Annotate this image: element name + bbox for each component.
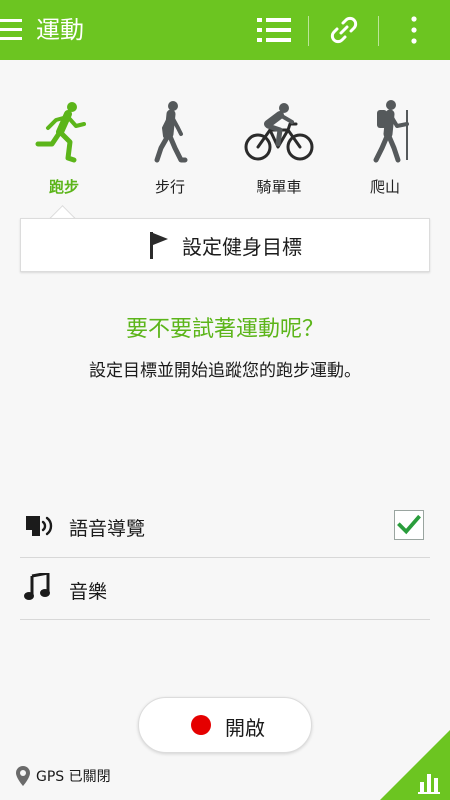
voice-guide-icon <box>26 516 53 536</box>
location-pin-icon <box>16 766 30 786</box>
record-dot-icon <box>191 715 211 735</box>
more-vert-icon <box>411 16 417 44</box>
music-note-icon <box>24 573 50 600</box>
row-divider <box>20 619 430 620</box>
appbar-divider <box>378 16 379 46</box>
running-icon <box>35 102 86 163</box>
voice-guide-checkbox[interactable] <box>394 510 424 540</box>
voice-guide-row[interactable]: 語音導覽 <box>20 496 430 558</box>
activity-label: 騎單車 <box>256 178 302 196</box>
voice-guide-label: 語音導覽 <box>69 518 146 540</box>
prompt-title: 要不要試著運動呢？ <box>125 317 324 342</box>
app-bar: 運動 <box>0 0 450 60</box>
link-icon <box>330 16 358 44</box>
appbar-divider <box>308 16 309 46</box>
page-title: 運動 <box>36 16 84 44</box>
menu-icon[interactable] <box>0 17 22 43</box>
cycling-icon <box>244 103 314 161</box>
checkmark-icon <box>397 514 421 535</box>
activity-label: 跑步 <box>48 178 79 196</box>
music-label: 音樂 <box>69 581 108 603</box>
list-icon <box>257 18 291 42</box>
set-goal-button[interactable]: 設定健身目標 <box>20 218 430 272</box>
set-goal-label: 設定健身目標 <box>182 234 302 259</box>
music-row[interactable]: 音樂 <box>20 559 430 621</box>
hiking-icon <box>373 100 409 163</box>
prompt-subtitle: 設定目標並開始追蹤您的跑步運動。 <box>89 361 361 381</box>
start-label: 開啟 <box>225 716 265 740</box>
activity-hiking[interactable]: 爬山 <box>340 96 430 206</box>
more-button[interactable] <box>396 0 432 60</box>
list-button[interactable] <box>252 0 296 60</box>
gps-status-label: GPS 已關閉 <box>36 769 111 785</box>
stats-corner-button[interactable] <box>380 730 450 800</box>
activity-running[interactable]: 跑步 <box>19 96 109 206</box>
activity-label: 步行 <box>154 178 185 196</box>
activity-label: 爬山 <box>369 178 400 196</box>
start-button[interactable]: 開啟 <box>138 697 312 753</box>
row-divider <box>20 557 430 558</box>
flag-icon <box>150 232 168 259</box>
activity-walking[interactable]: 步行 <box>125 96 215 206</box>
walking-icon <box>154 101 188 163</box>
link-button[interactable] <box>322 0 366 60</box>
gps-status: GPS 已關閉 <box>16 766 111 786</box>
activity-cycling[interactable]: 騎單車 <box>234 96 324 206</box>
